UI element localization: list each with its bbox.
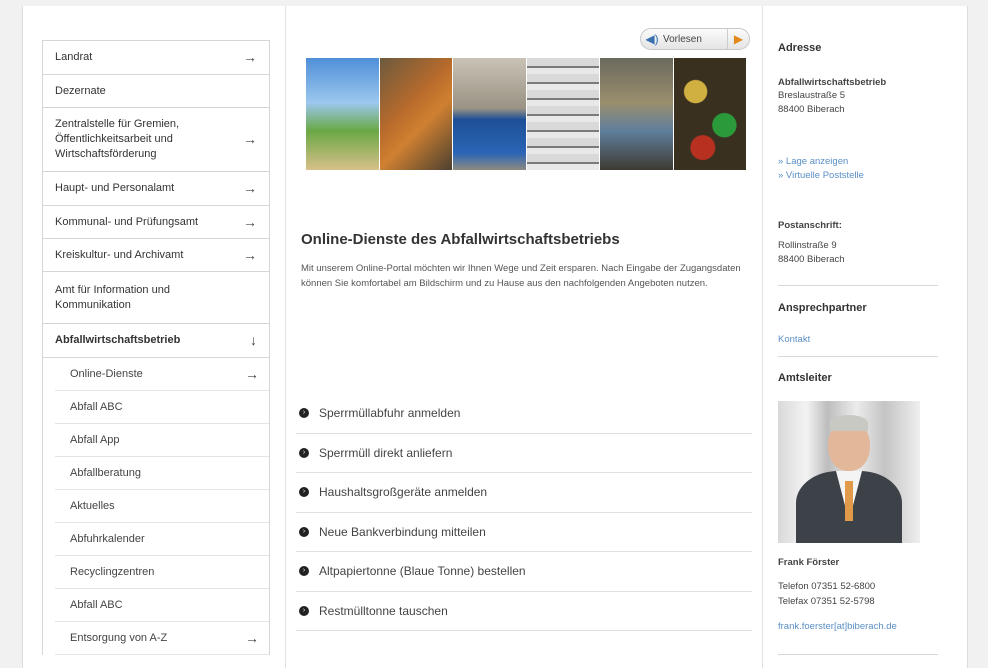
nav-item-label: Dezernate	[55, 84, 106, 97]
chevron-circle-icon: ›	[299, 566, 309, 577]
org-name: Abfallwirtschaftsbetrieb	[778, 77, 887, 88]
banner-photo-blue-bin	[453, 58, 526, 170]
service-link-label: Neue Bankverbindung mitteilen	[319, 524, 486, 539]
service-link-grossgeraete[interactable]: › Haushaltsgroßgeräte anmelden	[296, 473, 752, 513]
service-list: › Sperrmüllabfuhr anmelden › Sperrmüll d…	[296, 394, 752, 631]
subnav-item-label: Recyclingzentren	[70, 566, 155, 578]
arrow-right-icon: →	[245, 630, 259, 646]
nav-item-label: Kreiskultur- und Archivamt	[55, 248, 184, 261]
page: Landrat → Dezernate Zentralstelle für Gr…	[22, 6, 968, 668]
subnav-item-label: Online-Dienste	[70, 368, 143, 380]
arrow-right-icon: →	[243, 246, 257, 263]
service-link-label: Sperrmüllabfuhr anmelden	[319, 406, 461, 421]
nav-item-label: Landrat	[55, 51, 93, 63]
subnav-item-abfall-abc-2[interactable]: Abfall ABC	[55, 589, 269, 622]
read-aloud-label: Vorlesen	[663, 33, 702, 45]
chevron-circle-icon: ›	[299, 605, 309, 616]
subnav-item-label: Abfall ABC	[70, 401, 123, 413]
header-banner	[306, 58, 746, 170]
subnav-item-label: Abfuhrkalender	[70, 533, 145, 545]
subnav-item-abfall-app[interactable]: Abfall App	[55, 424, 269, 457]
service-link-label: Sperrmüll direkt anliefern	[319, 445, 453, 460]
divider	[778, 654, 938, 655]
phone-number: Telefon 07351 52-6800	[778, 581, 876, 592]
person-name: Frank Förster	[778, 557, 840, 568]
service-link-bankverbindung[interactable]: › Neue Bankverbindung mitteilen	[296, 513, 752, 552]
person-photo	[778, 401, 920, 543]
nav-item-iuk[interactable]: Amt für Information und Kommunikation	[43, 272, 269, 324]
arrow-right-icon: →	[243, 213, 257, 230]
chevron-circle-icon: ›	[299, 447, 309, 458]
street: Breslaustraße 5	[778, 90, 846, 101]
arrow-right-icon: →	[243, 131, 257, 147]
nav-item-dezernate[interactable]: Dezernate	[43, 75, 269, 108]
chevron-circle-icon: ›	[299, 408, 309, 419]
arrow-right-icon: →	[245, 366, 259, 382]
nav-item-landrat[interactable]: Landrat →	[43, 41, 269, 75]
nav-item-kommunalamt[interactable]: Kommunal- und Prüfungsamt →	[43, 206, 269, 239]
subnav-item-label: Abfall ABC	[70, 599, 123, 611]
speaker-icon: ◀)	[645, 32, 659, 46]
chevron-circle-icon: ›	[299, 526, 309, 537]
nav-item-zentralstelle[interactable]: Zentralstelle für Gremien, Öffentlichkei…	[43, 108, 269, 172]
service-link-sperrmuell-anliefern[interactable]: › Sperrmüll direkt anliefern	[296, 434, 752, 473]
intro-text: Mit unserem Online-Portal möchten wir Ih…	[301, 263, 741, 289]
postal-city: 88400 Biberach	[778, 254, 845, 265]
address-heading: Adresse	[778, 42, 822, 54]
subnav-item-label: Aktuelles	[70, 500, 115, 512]
postal-heading: Postanschrift:	[778, 220, 842, 231]
service-link-restmuelltonne[interactable]: › Restmülltonne tauschen	[296, 592, 752, 631]
service-link-label: Restmülltonne tauschen	[319, 603, 448, 618]
banner-photo-landscape	[306, 58, 379, 170]
nav-item-hauptamt[interactable]: Haupt- und Personalamt →	[43, 172, 269, 206]
arrow-right-icon: →	[243, 180, 257, 196]
nav-item-label: Abfallwirtschaftsbetrieb	[55, 334, 181, 346]
service-link-altpapiertonne[interactable]: › Altpapiertonne (Blaue Tonne) bestellen	[296, 552, 752, 592]
head-heading: Amtsleiter	[778, 372, 832, 384]
virtual-office-link[interactable]: » Virtuelle Poststelle	[778, 170, 864, 181]
subnav-item-abfallberatung[interactable]: Abfallberatung	[55, 457, 269, 490]
subnav-item-entsorgung[interactable]: Entsorgung von A-Z →	[55, 622, 269, 655]
subnav-item-recyclingzentren[interactable]: Recyclingzentren	[55, 556, 269, 589]
nav-item-label: Amt für Information und Kommunikation	[55, 283, 170, 311]
banner-photo-cans	[673, 58, 746, 170]
fax-number: Telefax 07351 52-5798	[778, 596, 875, 607]
subnav-item-label: Abfall App	[70, 434, 120, 446]
divider	[778, 356, 938, 357]
divider	[778, 285, 938, 286]
email-link[interactable]: frank.foerster[at]biberach.de	[778, 621, 897, 632]
postal-street: Rollinstraße 9	[778, 240, 837, 251]
city: 88400 Biberach	[778, 104, 845, 115]
chevron-circle-icon: ›	[299, 487, 309, 498]
subnav-item-online-dienste[interactable]: Online-Dienste →	[55, 358, 269, 391]
page-title: Online-Dienste des Abfallwirtschaftsbetr…	[301, 231, 620, 248]
service-link-label: Haushaltsgroßgeräte anmelden	[319, 485, 488, 500]
read-aloud-button[interactable]: ◀) Vorlesen ▶	[640, 28, 750, 50]
subnav-item-label: Entsorgung von A-Z	[70, 632, 168, 644]
subnav-item-abfuhrkalender[interactable]: Abfuhrkalender	[55, 523, 269, 556]
nav-item-abfallwirtschaftsbetrieb[interactable]: Abfallwirtschaftsbetrieb ↓	[43, 324, 269, 358]
nav-item-label: Zentralstelle für Gremien, Öffentlichkei…	[55, 118, 180, 160]
left-navigation: Landrat → Dezernate Zentralstelle für Gr…	[42, 40, 270, 655]
main-content: ◀) Vorlesen ▶ Online-Dienste des Abfallw…	[285, 6, 763, 668]
arrow-right-icon: →	[243, 49, 257, 65]
subnav-item-label: Abfallberatung	[70, 467, 141, 479]
nav-item-label: Kommunal- und Prüfungsamt	[55, 215, 199, 228]
map-link[interactable]: » Lage anzeigen	[778, 156, 848, 167]
nav-item-kreiskultur[interactable]: Kreiskultur- und Archivamt →	[43, 239, 269, 272]
banner-photo-recycling-site	[600, 58, 673, 170]
banner-photo-truck	[379, 58, 452, 170]
contact-heading: Ansprechpartner	[778, 302, 867, 314]
arrow-down-icon: ↓	[250, 332, 257, 348]
subnav-item-abfall-abc[interactable]: Abfall ABC	[55, 391, 269, 424]
play-icon: ▶	[727, 29, 749, 49]
banner-photo-shelves	[526, 58, 599, 170]
subnav-item-aktuelles[interactable]: Aktuelles	[55, 490, 269, 523]
nav-item-label: Haupt- und Personalamt	[55, 182, 175, 194]
service-link-label: Altpapiertonne (Blaue Tonne) bestellen	[319, 564, 526, 579]
subnav: Online-Dienste → Abfall ABC Abfall App A…	[43, 358, 269, 655]
contact-link[interactable]: Kontakt	[778, 334, 810, 345]
service-link-sperrmuellabfuhr[interactable]: › Sperrmüllabfuhr anmelden	[296, 394, 752, 434]
